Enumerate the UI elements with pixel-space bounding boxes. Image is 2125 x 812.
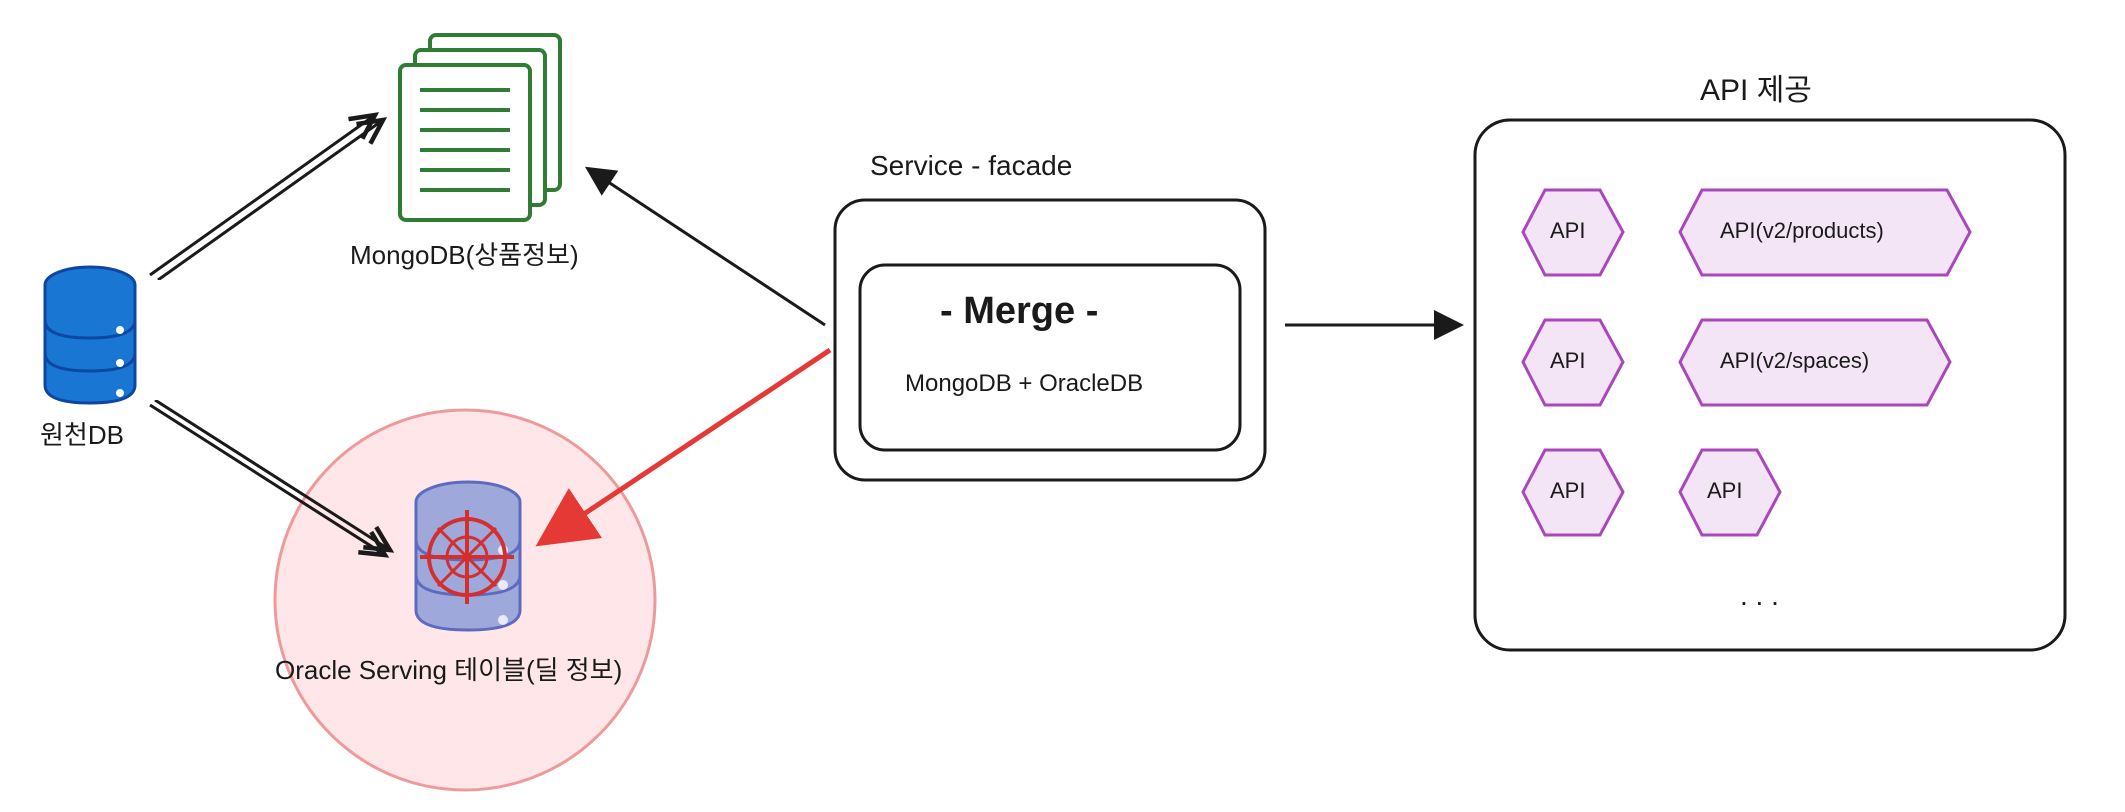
api-provision-title: API 제공 [1700,65,1812,109]
api-hex-label: API [1550,348,1585,374]
mongodb-icon [395,30,570,225]
arrow-source-to-oracle [140,400,400,570]
architecture-diagram: 원천DB MongoDB(상품정보) Oracle Serving 테이블(딜 [0,0,2125,812]
arrow-facade-to-oracle [530,340,840,550]
api-hex-label: API(v2/products) [1720,218,1884,244]
source-db-label: 원천DB [40,415,124,452]
arrow-facade-to-mongo [575,155,835,335]
service-facade-title: Service - facade [870,150,1072,182]
api-ellipsis: . . . [1740,580,1779,612]
merge-subtitle: MongoDB + OracleDB [905,370,1143,398]
api-hex-label: API [1550,218,1585,244]
service-facade-box [830,195,1270,485]
arrow-source-to-mongo [140,100,390,280]
api-hex-label: API [1707,478,1742,504]
merge-title: - Merge - [940,290,1098,333]
arrow-facade-to-api [1280,310,1470,340]
oracle-serving-label: Oracle Serving 테이블(딜 정보) [275,650,622,687]
source-db-icon [40,265,140,405]
crosshair-target-icon [420,510,515,605]
api-hex-label: API(v2/spaces) [1720,348,1869,374]
api-hex-label: API [1550,478,1585,504]
